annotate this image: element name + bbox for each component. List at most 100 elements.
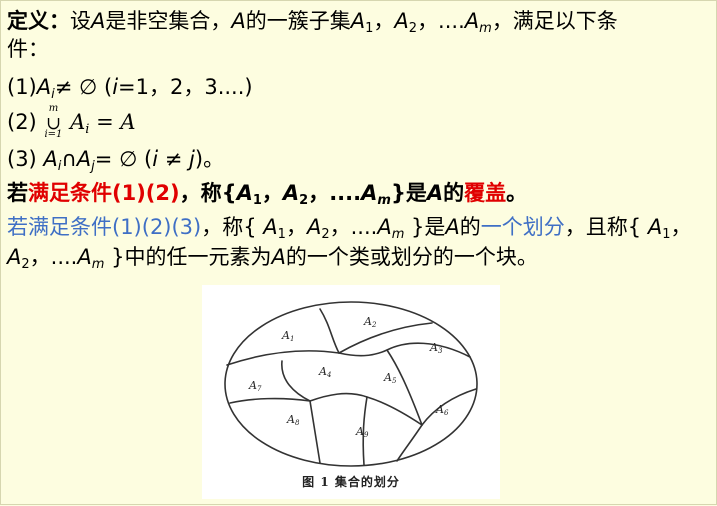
not-equal-empty: ≠ ∅ ( [54,75,113,99]
subset-index: m [479,21,492,36]
partition-figure: A1 A2 A3 A4 A5 A6 A7 A8 A9 图 1 集合的划分 [202,285,500,499]
equals-A: = A [89,110,136,134]
union-upper-bound: m [48,103,59,114]
cover-statement: 若满足条件(1)(2)，称{A1，A2，....Am}是A的覆盖。 [7,179,527,207]
definition-text: 设 [70,9,91,33]
definition-text: 件： [7,37,49,61]
set-A: A [426,181,444,205]
partition-text: ，且称{ [564,215,648,239]
definition-text: ，满足以下条 [491,9,618,33]
definition-line-1: 定义：设A是非空集合，A的一簇子集A1，A2，....Am，满足以下条 [7,7,618,35]
cover-prefix: 若 [7,181,28,205]
region-label-a8: A8 [286,413,300,427]
subset-symbol: A [236,181,253,205]
region-boundary [319,308,340,354]
partition-text: 的 [459,215,481,239]
partition-text: }中的任一元素为 [104,245,272,269]
slide: 定义：设A是非空集合，A的一簇子集A1，A2，....Am，满足以下条 件： (… [1,1,717,506]
subset-symbol: A [361,181,378,205]
ellipsis: ，.... [329,215,378,239]
equals-empty: = ∅ ( [94,147,153,171]
region-boundary [281,360,311,402]
definition-line-2: 件： [7,35,49,63]
partition-text: }是 [404,215,446,239]
region-boundary [229,397,311,404]
subset-index: 2 [21,257,30,272]
set-A: A [271,245,286,269]
subset-symbol: A [43,147,58,171]
figure-caption: 图 1 集合的划分 [302,475,400,489]
partition-condition: 若满足条件(1)(2)(3) [7,215,202,239]
region-boundary [396,424,423,462]
condition-number: (2) [7,110,37,134]
set-A: A [231,9,246,33]
subset-symbol: A [36,75,52,99]
union-operator: m ∪ i=1 [43,104,63,140]
subset-symbol: A [76,147,92,171]
subset-index: m [91,257,105,272]
subset-index: 2 [299,193,309,208]
subset-symbol: A [263,215,278,239]
subset-symbol: A [647,215,663,239]
separator: ， [261,181,283,205]
cover-text: }是 [390,181,427,205]
intersection-symbol: ∩ [61,147,77,171]
condition-1: (1)Ai≠ ∅ (i=1，2，3....) [7,73,253,101]
condition-end: )。 [194,147,225,171]
region-boundary [309,400,321,464]
partition-text: 的一个类或划分的一个块。 [285,245,538,269]
partition-statement-line-1: 若满足条件(1)(2)(3)，称{ A1，A2，....Am }是A的一个划分，… [7,213,691,241]
region-label-a6: A6 [435,403,449,417]
condition-2: (2) m ∪ i=1 Ai = A [7,104,136,140]
subset-symbol: A [394,9,409,33]
outer-set-boundary [224,301,478,467]
ellipsis: ，.... [29,245,78,269]
partition-term: 一个划分 [480,215,565,239]
subset-symbol: A [282,181,300,205]
ellipsis: ，.... [417,9,465,33]
condition-number: (1) [7,75,37,99]
partition-statement-line-2: A2，....Am }中的任一元素为A的一个类或划分的一个块。 [7,243,538,271]
region-boundary [421,388,477,426]
subset-symbol: A [70,110,86,134]
region-boundary [338,342,471,358]
subset-index: 1 [252,193,262,208]
subset-symbol: A [306,215,322,239]
partition-text: ，称{ [201,215,264,239]
subset-index: 2 [321,227,330,242]
condition-number: (3) [7,147,44,171]
subset-symbol: A [7,245,22,269]
separator: ， [373,9,395,33]
ellipsis: ，.... [308,181,362,205]
cover-text: 。 [506,181,528,205]
subset-symbol: A [77,245,92,269]
not-equal: ≠ [158,147,190,171]
condition-3: (3) Ai∩Aj= ∅ (i ≠ j)。 [7,145,224,173]
region-label-a1: A1 [281,329,294,343]
cover-text: ，称{ [179,181,237,205]
partition-diagram: A1 A2 A3 A4 A5 A6 A7 A8 A9 [224,301,478,467]
subset-index: m [391,227,405,242]
union-lower-bound: i=1 [44,129,63,140]
region-label-a5: A5 [383,371,397,385]
subset-index: 1 [277,227,286,242]
index-range: =1，2，3....) [118,75,253,99]
subset-symbol: A [464,9,480,33]
region-boundary [338,322,433,354]
region-label-a4: A4 [318,365,331,379]
region-boundary [226,350,340,366]
region-label-a7: A7 [248,379,262,393]
definition-text: 是非空集合， [105,9,232,33]
subset-index: m [377,193,391,208]
definition-label: 定义： [7,9,70,33]
region-label-a9: A9 [355,425,369,439]
set-A: A [91,9,106,33]
set-A: A [445,215,460,239]
subset-index: 2 [408,21,418,36]
definition-text: 的一簇子集 [245,9,351,33]
cover-term: 覆盖 [464,181,507,205]
cover-condition: 满足条件(1)(2) [28,181,180,205]
cover-text: 的 [443,181,465,205]
separator: ， [285,215,307,239]
region-label-a3: A3 [429,341,443,355]
